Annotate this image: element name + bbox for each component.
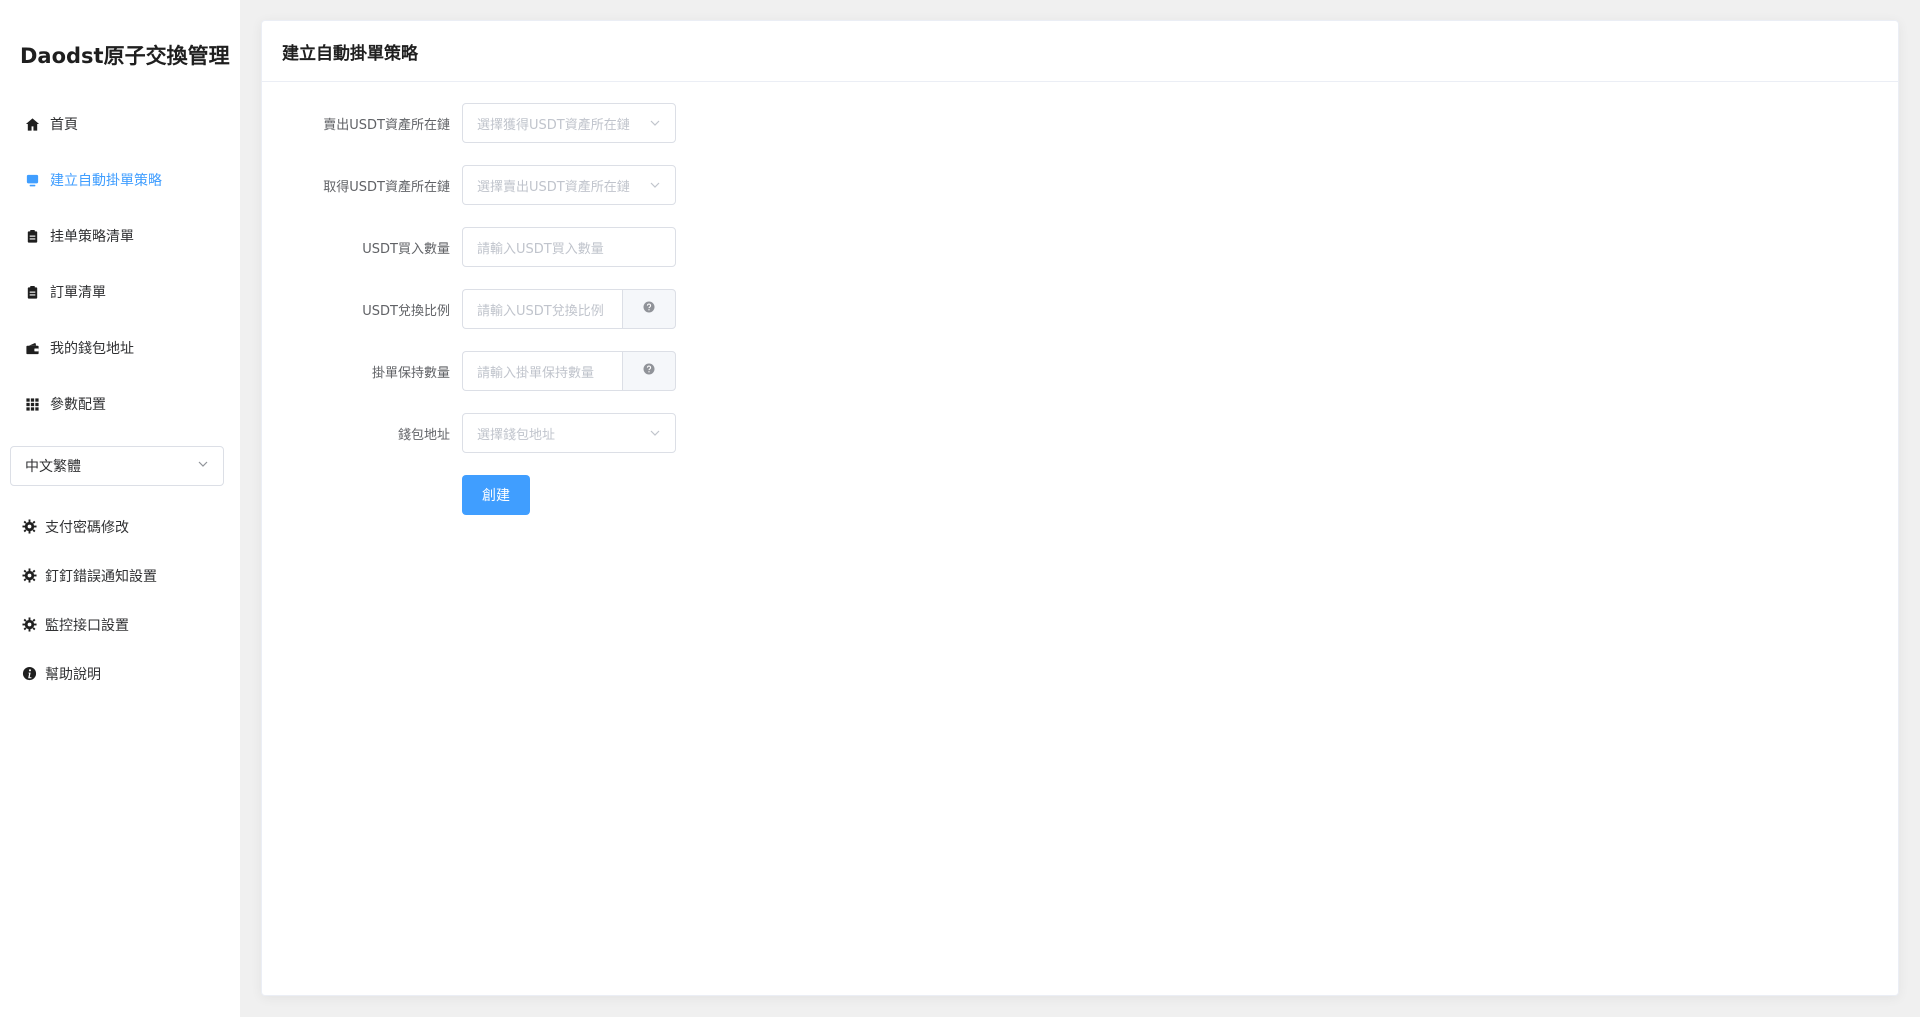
chevron-down-icon [649,179,661,191]
sidebar-item-label: 首頁 [50,117,78,133]
exchange-ratio-help-button[interactable] [622,289,676,329]
sidebar-item-strategy-list[interactable]: 挂单策略清單 [0,208,240,264]
create-strategy-form: 賣出USDT資產所在鏈 選擇獲得USDT資產所在鏈 取得USDT資產所在鏈 選擇… [262,103,676,515]
sidebar-item-order-list[interactable]: 訂單清單 [0,264,240,320]
monitor-icon [24,172,40,188]
create-strategy-card: 建立自動掛單策略 賣出USDT資產所在鏈 選擇獲得USDT資產所在鏈 取得USD… [261,20,1899,996]
app-title: Daodst原子交換管理 [20,44,230,68]
settings-item-label: 幫助說明 [45,666,101,683]
sidebar-item-home[interactable]: 首頁 [0,96,240,152]
sidebar-item-label: 參數配置 [50,397,106,413]
keep-amount-group: 請輸入掛單保持數量 [462,351,676,391]
settings-item-label: 監控接口設置 [45,617,129,634]
get-chain-placeholder: 選擇賣出USDT資產所在鏈 [477,179,630,195]
sell-chain-select[interactable]: 選擇獲得USDT資產所在鏈 [462,103,676,143]
form-row-buy-amount: USDT買入數量 請輸入USDT買入數量 [262,227,676,267]
sidebar-item-create-strategy[interactable]: 建立自動掛單策略 [0,152,240,208]
sidebar-item-label: 我的錢包地址 [50,341,134,357]
sidebar-item-label: 建立自動掛單策略 [50,173,162,189]
exchange-ratio-label: USDT兌換比例 [362,303,450,319]
wallet-icon [24,340,40,356]
buy-amount-label: USDT買入數量 [362,241,450,257]
settings-item-dingtalk-notify[interactable]: 釘釘錯誤通知設置 [0,551,240,600]
question-icon [643,363,655,379]
language-select-value: 中文繁體 [25,459,81,475]
sidebar: Daodst原子交換管理 首頁 建立自動掛單策略 挂单策略清單 訂單清單 我的錢… [0,0,240,1017]
buy-amount-placeholder: 請輸入USDT買入數量 [477,241,604,257]
gear-icon [21,617,37,633]
form-row-exchange-ratio: USDT兌換比例 請輸入USDT兌換比例 [262,289,676,329]
get-chain-select[interactable]: 選擇賣出USDT資產所在鏈 [462,165,676,205]
grid-icon [24,396,40,412]
keep-amount-help-button[interactable] [622,351,676,391]
chevron-down-icon [197,458,209,474]
sidebar-item-label: 挂单策略清單 [50,229,134,245]
chevron-down-icon [649,427,661,439]
exchange-ratio-group: 請輸入USDT兌換比例 [462,289,676,329]
keep-amount-label: 掛單保持數量 [371,365,450,381]
settings-item-payment-password[interactable]: 支付密碼修改 [0,502,240,551]
gear-icon [21,568,37,584]
create-button[interactable]: 創建 [462,475,530,515]
app-root: Daodst原子交換管理 首頁 建立自動掛單策略 挂单策略清單 訂單清單 我的錢… [0,0,1920,1017]
settings-item-label: 釘釘錯誤通知設置 [45,568,157,585]
sidebar-item-parameter-config[interactable]: 參數配置 [0,376,240,432]
sidebar-item-label: 訂單清單 [50,285,106,301]
exchange-ratio-placeholder: 請輸入USDT兌換比例 [477,303,604,319]
buy-amount-input[interactable]: 請輸入USDT買入數量 [462,227,676,267]
language-select[interactable]: 中文繁體 [10,446,224,486]
wallet-placeholder: 選擇錢包地址 [477,427,556,443]
exchange-ratio-input[interactable]: 請輸入USDT兌換比例 [462,289,622,329]
settings-item-help[interactable]: 幫助說明 [0,649,240,698]
sell-chain-placeholder: 選擇獲得USDT資產所在鏈 [477,117,630,133]
get-chain-label: 取得USDT資產所在鏈 [323,179,450,195]
clipboard-icon [24,284,40,300]
chevron-down-icon [649,117,661,129]
form-row-keep-amount: 掛單保持數量 請輸入掛單保持數量 [262,351,676,391]
question-icon [643,301,655,317]
wallet-label: 錢包地址 [397,427,450,443]
clipboard-icon [24,228,40,244]
form-row-sell-chain: 賣出USDT資產所在鏈 選擇獲得USDT資產所在鏈 [262,103,676,143]
keep-amount-input[interactable]: 請輸入掛單保持數量 [462,351,622,391]
settings-menu: 支付密碼修改 釘釘錯誤通知設置 監控接口設置 幫助說明 [0,502,240,698]
sell-chain-label: 賣出USDT資產所在鏈 [323,117,450,133]
home-icon [24,116,40,132]
gear-icon [21,519,37,535]
sidebar-item-wallet-address[interactable]: 我的錢包地址 [0,320,240,376]
wallet-select[interactable]: 選擇錢包地址 [462,413,676,453]
info-icon [21,666,37,682]
form-row-wallet: 錢包地址 選擇錢包地址 [262,413,676,453]
form-actions: 創建 [262,475,676,515]
settings-item-monitor-api[interactable]: 監控接口設置 [0,600,240,649]
page-title: 建立自動掛單策略 [262,21,1898,82]
keep-amount-placeholder: 請輸入掛單保持數量 [477,365,595,381]
sidebar-nav: 首頁 建立自動掛單策略 挂单策略清單 訂單清單 我的錢包地址 參數配置 [0,96,240,432]
form-row-get-chain: 取得USDT資產所在鏈 選擇賣出USDT資產所在鏈 [262,165,676,205]
settings-item-label: 支付密碼修改 [45,519,129,536]
main-content: 建立自動掛單策略 賣出USDT資產所在鏈 選擇獲得USDT資產所在鏈 取得USD… [240,0,1920,1017]
